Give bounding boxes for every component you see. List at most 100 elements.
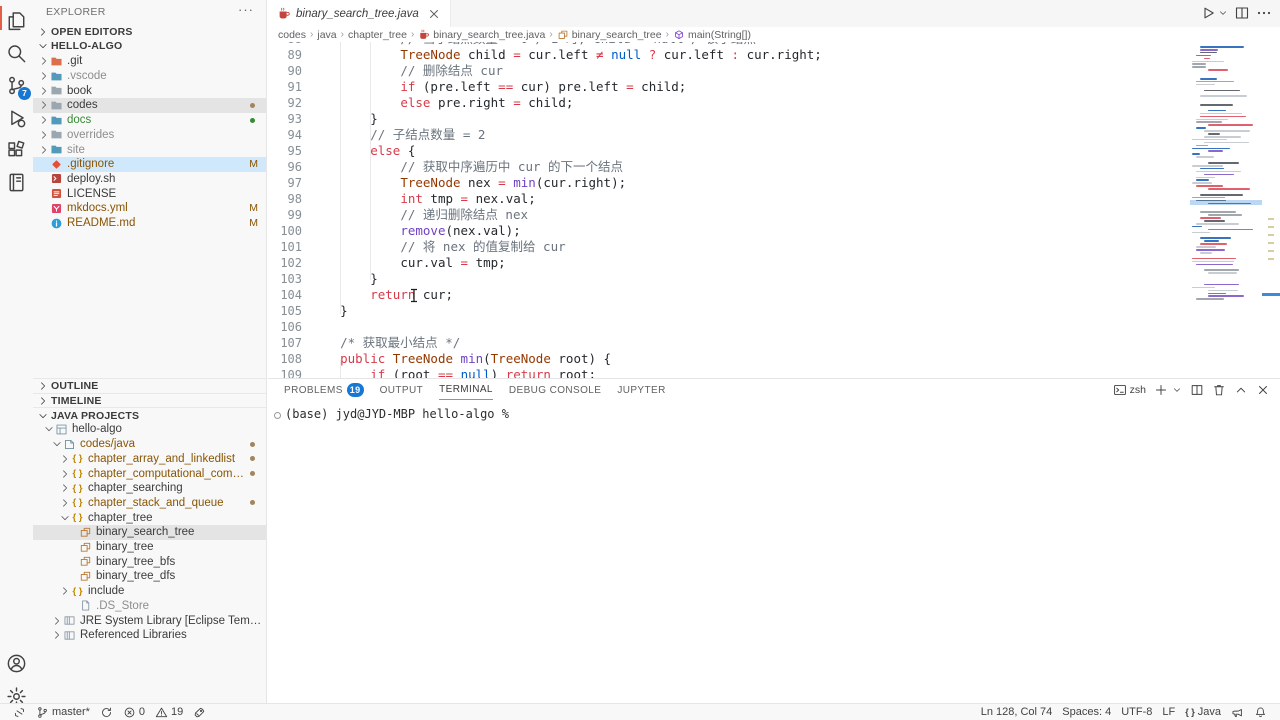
outline-header[interactable]: OUTLINE bbox=[33, 378, 267, 394]
overview-ruler[interactable] bbox=[1262, 42, 1280, 378]
java-row-include[interactable]: { }include bbox=[33, 584, 266, 599]
code-line-94[interactable]: 94 // 子结点数量 = 2 bbox=[268, 127, 1280, 143]
java-row-binary-tree-dfs[interactable]: binary_tree_dfs bbox=[33, 569, 266, 584]
open-editors-header[interactable]: OPEN EDITORS bbox=[33, 25, 266, 40]
status-item-notifications[interactable] bbox=[1249, 704, 1272, 720]
code-line-98[interactable]: 98 int tmp = nex.val; bbox=[268, 191, 1280, 207]
activity-bar-item-source-control[interactable]: 7 bbox=[0, 70, 33, 100]
tab-binary-search-tree[interactable]: binary_search_tree.java bbox=[268, 0, 451, 27]
code-line-95[interactable]: 95 else { bbox=[268, 143, 1280, 159]
code-line-99[interactable]: 99 // 递归删除结点 nex bbox=[268, 207, 1280, 223]
panel-tab-output[interactable]: OUTPUT bbox=[380, 385, 424, 400]
java-row--ds-store[interactable]: .DS_Store bbox=[33, 599, 266, 614]
code-line-97[interactable]: 97 TreeNode nex = min(cur.right); bbox=[268, 175, 1280, 191]
timeline-header[interactable]: TIMELINE bbox=[33, 393, 267, 409]
breadcrumb-item-1[interactable]: java bbox=[317, 29, 336, 41]
java-row-binary-search-tree[interactable]: binary_search_tree bbox=[33, 525, 266, 540]
more-actions-button[interactable] bbox=[1256, 5, 1272, 21]
code-line-105[interactable]: 105 } bbox=[268, 303, 1280, 319]
activity-bar-item-accounts[interactable] bbox=[0, 648, 33, 678]
sidebar-more-actions[interactable]: ··· bbox=[238, 2, 254, 17]
code-line-92[interactable]: 92 else pre.right = child; bbox=[268, 95, 1280, 111]
activity-bar-item-notebook[interactable] bbox=[0, 167, 33, 197]
java-row-chapter-stack-and-queue[interactable]: { }chapter_stack_and_queue bbox=[33, 496, 266, 511]
panel-tab-terminal[interactable]: TERMINAL bbox=[439, 384, 493, 400]
java-row-binary-tree[interactable]: binary_tree bbox=[33, 540, 266, 555]
java-row-hello-algo[interactable]: hello-algo bbox=[33, 422, 266, 437]
breadcrumb-item-3[interactable]: binary_search_tree.java bbox=[418, 29, 545, 41]
file-row--gitignore[interactable]: .gitignoreM bbox=[33, 157, 266, 172]
status-item-indentation[interactable]: Spaces: 4 bbox=[1057, 704, 1116, 720]
panel-tab-problems[interactable]: PROBLEMS19 bbox=[284, 383, 364, 401]
java-row-chapter-array-and-linkedlist[interactable]: { }chapter_array_and_linkedlist bbox=[33, 452, 266, 467]
java-row-referenced-libraries[interactable]: Referenced Libraries bbox=[33, 628, 266, 643]
java-row-chapter-computational-complexity[interactable]: { }chapter_computational_complexity bbox=[33, 466, 266, 481]
split-terminal-button[interactable] bbox=[1190, 383, 1204, 397]
activity-bar-item-extensions[interactable] bbox=[0, 135, 33, 165]
java-row-chapter-tree[interactable]: { }chapter_tree bbox=[33, 510, 266, 525]
shell-selector[interactable]: zsh bbox=[1113, 383, 1146, 397]
status-item-remote[interactable] bbox=[8, 704, 31, 720]
status-item-cursor-position[interactable]: Ln 128, Col 74 bbox=[976, 704, 1058, 720]
code-line-90[interactable]: 90 // 删除结点 cur bbox=[268, 63, 1280, 79]
activity-bar-item-search[interactable] bbox=[0, 38, 33, 68]
activity-bar-item-explorer[interactable] bbox=[0, 6, 33, 36]
file-row-docs[interactable]: docs bbox=[33, 113, 266, 128]
status-item-encoding[interactable]: UTF-8 bbox=[1116, 704, 1157, 720]
code-line-106[interactable]: 106 bbox=[268, 319, 1280, 335]
code-line-91[interactable]: 91 if (pre.left == cur) pre.left = child… bbox=[268, 79, 1280, 95]
status-item-errors[interactable]: 0 bbox=[118, 704, 150, 720]
file-row-overrides[interactable]: overrides bbox=[33, 128, 266, 143]
close-icon[interactable] bbox=[427, 7, 441, 21]
activity-bar-item-run-debug[interactable] bbox=[0, 103, 33, 133]
status-item-sync[interactable] bbox=[95, 704, 118, 720]
code-line-104[interactable]: 104 return cur; bbox=[268, 287, 1280, 303]
status-item-language-mode[interactable]: { }Java bbox=[1180, 704, 1226, 720]
code-line-102[interactable]: 102 cur.val = tmp; bbox=[268, 255, 1280, 271]
code-line-89[interactable]: 89 TreeNode child = cur.left ≠ null ? cu… bbox=[268, 47, 1280, 63]
maximize-panel-button[interactable] bbox=[1234, 383, 1248, 397]
file-row-mkdocs-yml[interactable]: mkdocs.ymlM bbox=[33, 201, 266, 216]
file-row-deploy-sh[interactable]: deploy.sh bbox=[33, 172, 266, 187]
panel-tab-jupyter[interactable]: JUPYTER bbox=[617, 385, 665, 400]
run-dropdown-chevron-icon[interactable] bbox=[1218, 8, 1228, 18]
java-row-chapter-searching[interactable]: { }chapter_searching bbox=[33, 481, 266, 496]
file-row-codes[interactable]: codes bbox=[33, 98, 266, 113]
run-button[interactable] bbox=[1200, 5, 1216, 21]
panel-tab-debug-console[interactable]: DEBUG CONSOLE bbox=[509, 385, 601, 400]
status-item-java-status[interactable] bbox=[188, 704, 211, 720]
java-row-codes-java[interactable]: codes/java bbox=[33, 437, 266, 452]
status-item-branch[interactable]: master* bbox=[31, 704, 95, 720]
java-row-jre-system-library-eclipse-temurin-17-17-[interactable]: JRE System Library [Eclipse Temurin 17 [… bbox=[33, 613, 266, 628]
status-item-warnings[interactable]: 19 bbox=[150, 704, 188, 720]
code-line-100[interactable]: 100 remove(nex.val); bbox=[268, 223, 1280, 239]
breadcrumb-item-0[interactable]: codes bbox=[278, 29, 306, 41]
file-row-readme-md[interactable]: README.mdM bbox=[33, 216, 266, 231]
minimap[interactable] bbox=[1190, 42, 1262, 378]
code-line-107[interactable]: 107 /* 获取最小结点 */ bbox=[268, 335, 1280, 351]
root-folder-header[interactable]: HELLO-ALGO bbox=[33, 39, 266, 54]
file-row-license[interactable]: LICENSE bbox=[33, 186, 266, 201]
file-row-site[interactable]: site bbox=[33, 142, 266, 157]
split-editor-button[interactable] bbox=[1234, 5, 1250, 21]
status-item-feedback[interactable] bbox=[1226, 704, 1249, 720]
code-line-93[interactable]: 93 } bbox=[268, 111, 1280, 127]
code-line-96[interactable]: 96 // 获取中序遍历中 cur 的下一个结点 bbox=[268, 159, 1280, 175]
file-row--git[interactable]: .git bbox=[33, 54, 266, 69]
status-item-eol[interactable]: LF bbox=[1157, 704, 1180, 720]
file-row--vscode[interactable]: .vscode bbox=[33, 69, 266, 84]
breadcrumb-item-2[interactable]: chapter_tree bbox=[348, 29, 407, 41]
breadcrumb-item-4[interactable]: binary_search_tree bbox=[557, 29, 662, 41]
code-line-109[interactable]: 109 if (root == null) return root; bbox=[268, 367, 1280, 378]
java-row-binary-tree-bfs[interactable]: binary_tree_bfs bbox=[33, 554, 266, 569]
breadcrumb-item-5[interactable]: main(String[]) bbox=[673, 29, 751, 41]
close-panel-button[interactable] bbox=[1256, 383, 1270, 397]
code-editor[interactable]: 88 // 当子结点数量 = 0 / 1 时, child = null / 该… bbox=[268, 42, 1280, 378]
terminal[interactable]: (base) jyd@JYD-MBP hello-algo % bbox=[268, 403, 1280, 701]
kill-terminal-button[interactable] bbox=[1212, 383, 1226, 397]
code-line-108[interactable]: 108 public TreeNode min(TreeNode root) { bbox=[268, 351, 1280, 367]
terminal-dropdown-chevron-icon[interactable] bbox=[1172, 385, 1182, 395]
java-projects-header[interactable]: JAVA PROJECTS bbox=[33, 407, 267, 423]
file-row-book[interactable]: book bbox=[33, 83, 266, 98]
new-terminal-button[interactable] bbox=[1154, 383, 1168, 397]
